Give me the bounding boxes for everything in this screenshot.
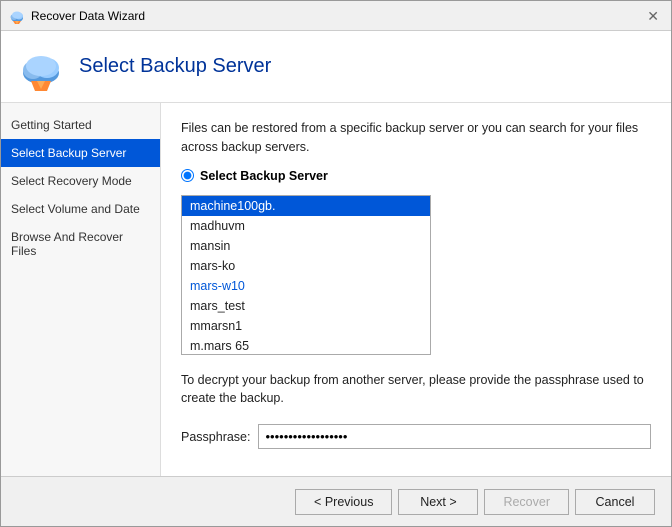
recover-button[interactable]: Recover <box>484 489 569 515</box>
sidebar-item-select-backup-server[interactable]: Select Backup Server <box>1 139 160 167</box>
passphrase-input[interactable] <box>258 424 651 449</box>
passphrase-row: Passphrase: <box>181 424 651 449</box>
server-listbox[interactable]: machine100gb. madhuvm mansin mars-ko mar… <box>181 195 431 355</box>
sidebar-item-browse-recover-files[interactable]: Browse And Recover Files <box>1 223 160 265</box>
radio-select-backup-server[interactable] <box>181 169 194 182</box>
listbox-item[interactable]: mansin <box>182 236 430 256</box>
main-window: Recover Data Wizard ✕ Select Backup Serv… <box>0 0 672 527</box>
listbox-item[interactable]: machine100gb. <box>182 196 430 216</box>
sidebar-item-select-recovery-mode[interactable]: Select Recovery Mode <box>1 167 160 195</box>
listbox-item[interactable]: mars-ko <box>182 256 430 276</box>
sidebar-item-getting-started[interactable]: Getting Started <box>1 111 160 139</box>
wizard-content: Files can be restored from a specific ba… <box>161 103 671 476</box>
listbox-item[interactable]: m.mars 65 <box>182 336 430 355</box>
listbox-item[interactable]: mmarsn1 <box>182 316 430 336</box>
close-button[interactable]: ✕ <box>643 9 663 23</box>
wizard-body: Getting Started Select Backup Server Sel… <box>1 103 671 476</box>
wizard-sidebar: Getting Started Select Backup Server Sel… <box>1 103 161 476</box>
passphrase-label: Passphrase: <box>181 430 250 444</box>
previous-button[interactable]: < Previous <box>295 489 392 515</box>
header-icon <box>17 43 65 91</box>
wizard-header: Select Backup Server <box>1 31 671 103</box>
app-icon <box>9 8 25 24</box>
radio-label-text: Select Backup Server <box>200 169 328 183</box>
sidebar-item-select-volume-date[interactable]: Select Volume and Date <box>1 195 160 223</box>
decrypt-note: To decrypt your backup from another serv… <box>181 371 651 409</box>
wizard-footer: < Previous Next > Recover Cancel <box>1 476 671 526</box>
content-description: Files can be restored from a specific ba… <box>181 119 651 157</box>
title-bar-title: Recover Data Wizard <box>31 9 145 23</box>
listbox-item[interactable]: mars_test <box>182 296 430 316</box>
title-bar-left: Recover Data Wizard <box>9 8 145 24</box>
listbox-item[interactable]: madhuvm <box>182 216 430 236</box>
listbox-item[interactable]: mars-w10 <box>182 276 430 296</box>
next-button[interactable]: Next > <box>398 489 478 515</box>
title-bar: Recover Data Wizard ✕ <box>1 1 671 31</box>
cancel-button[interactable]: Cancel <box>575 489 655 515</box>
select-backup-server-radio[interactable]: Select Backup Server <box>181 169 651 183</box>
wizard-title: Select Backup Server <box>79 55 271 78</box>
